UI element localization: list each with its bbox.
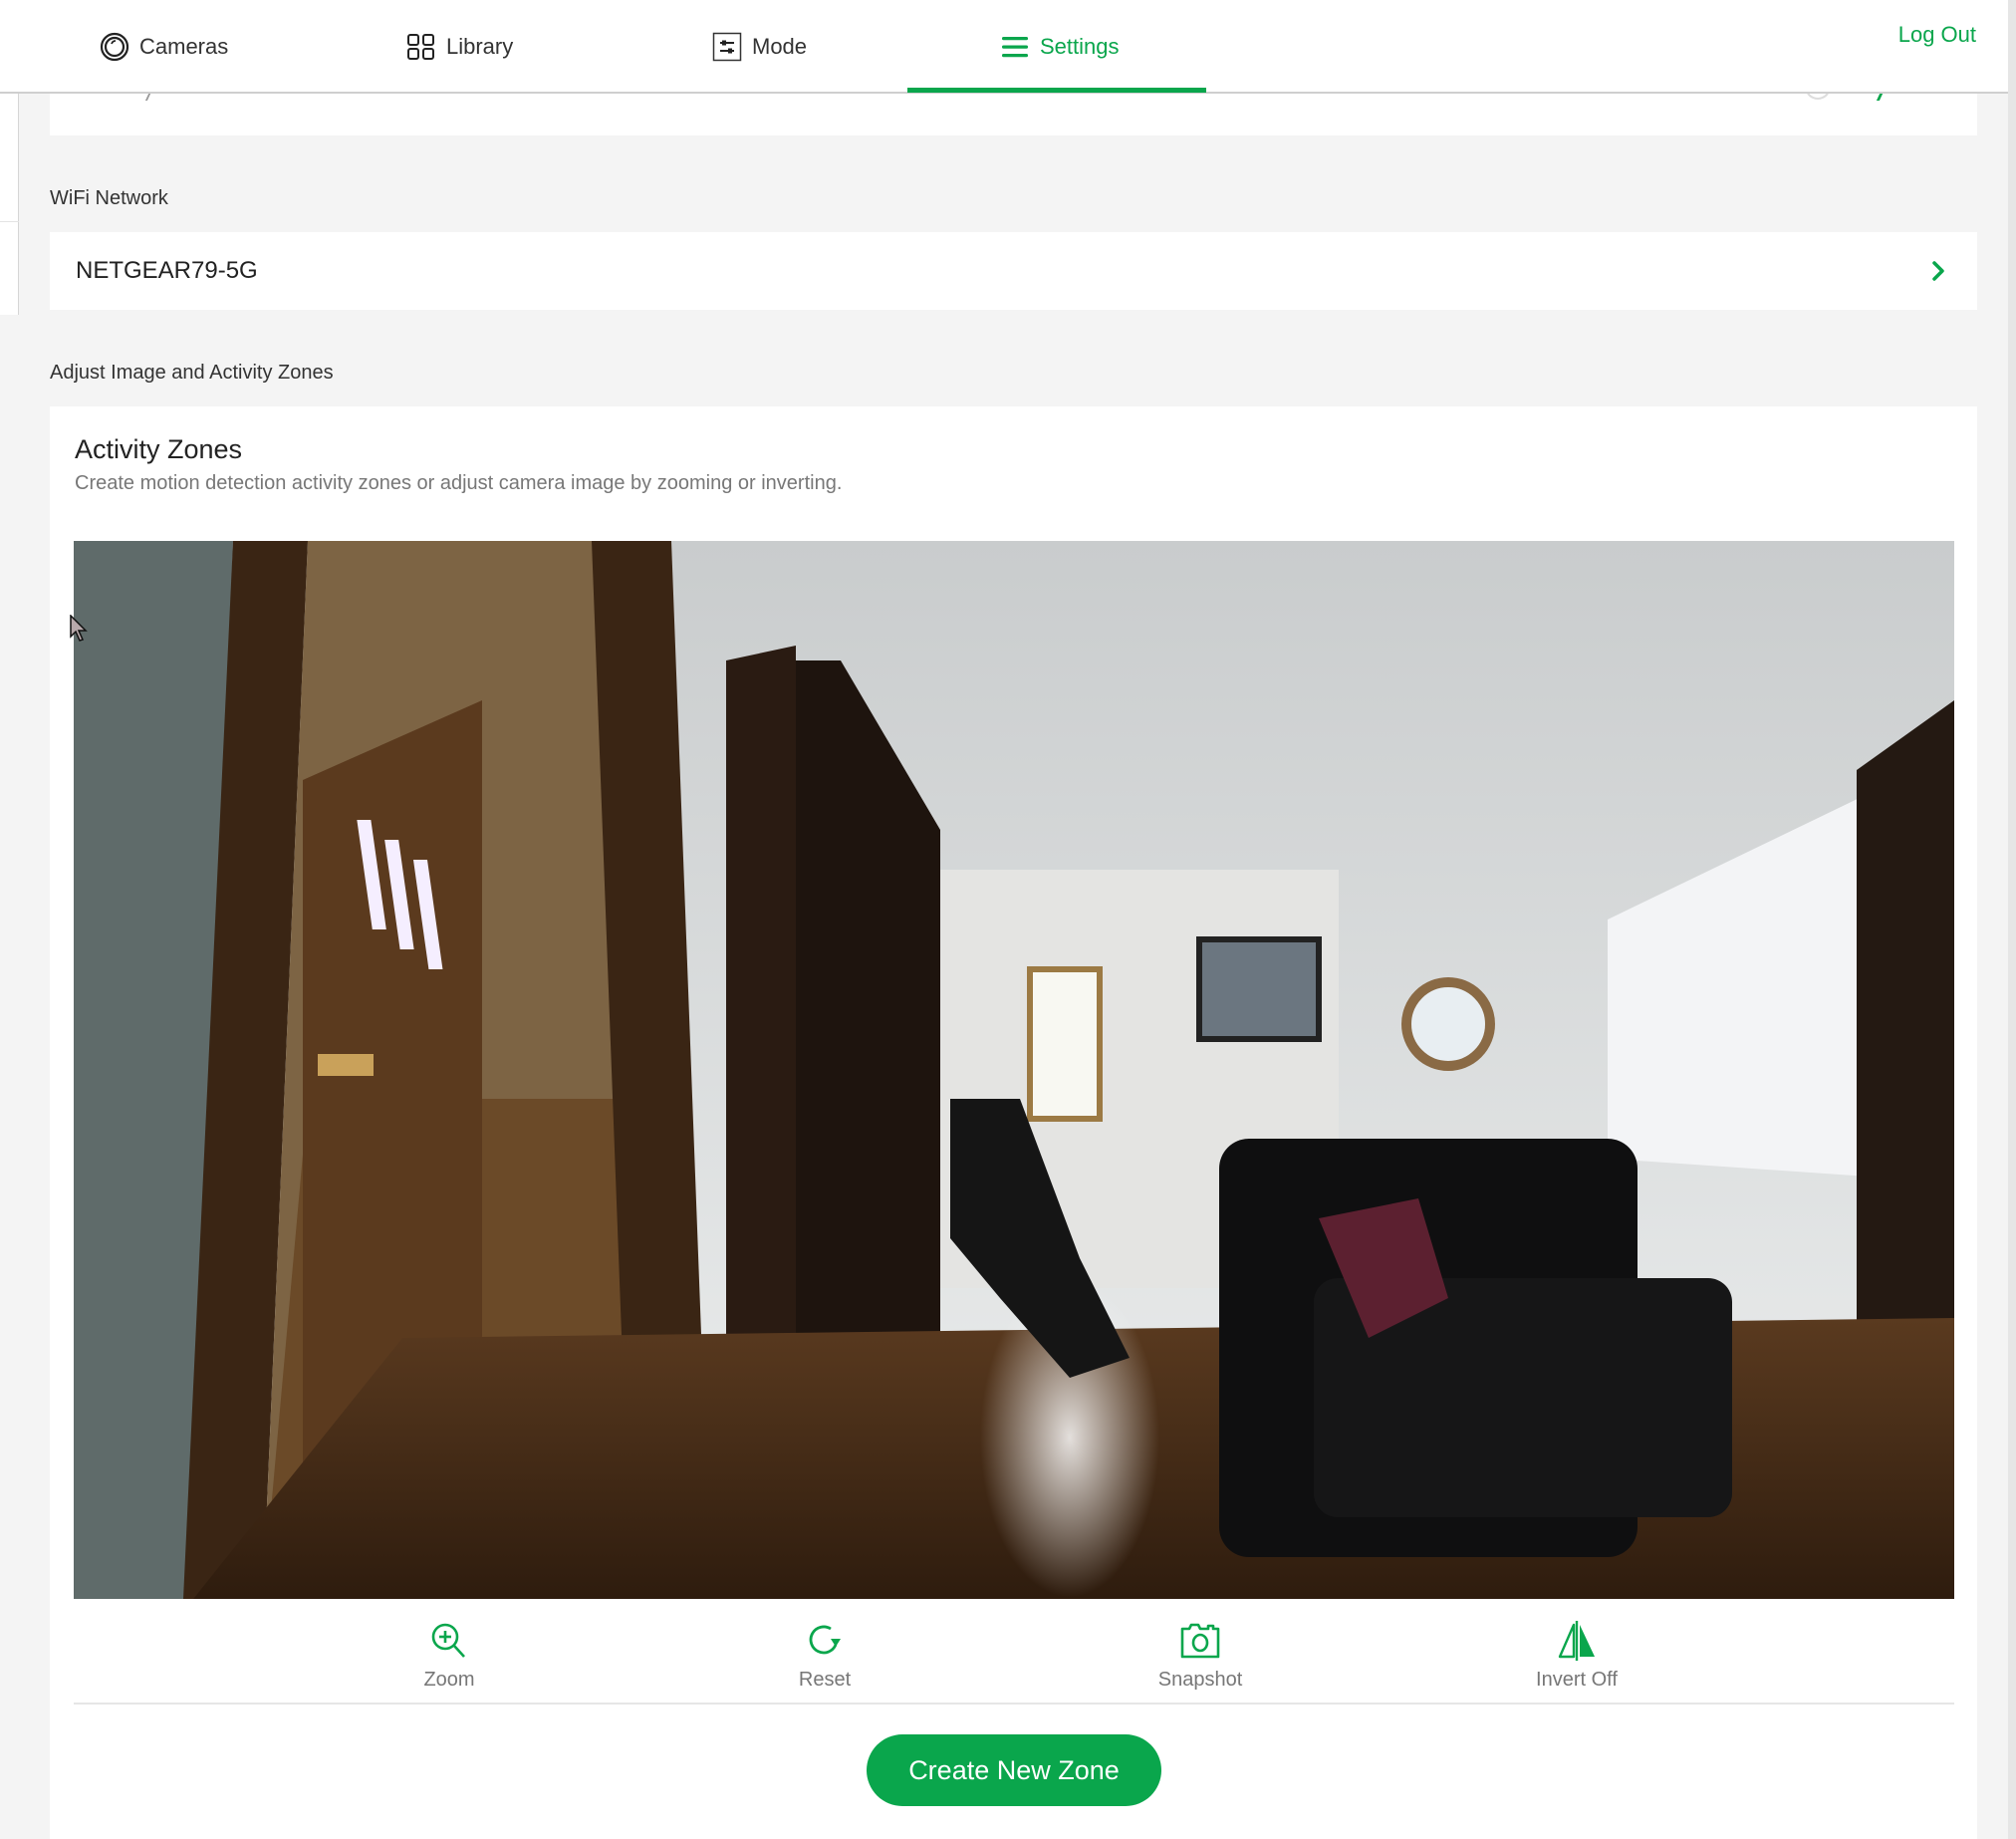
invert-button[interactable]: Invert Off (1497, 1619, 1656, 1692)
camera-image (74, 541, 1954, 1599)
sidebar-background (0, 315, 19, 1839)
nav-tab-library[interactable]: Library (406, 0, 513, 94)
sliders-icon (712, 32, 742, 62)
reset-icon (809, 1625, 841, 1655)
activity-zones-title: Activity Zones (75, 434, 243, 464)
nav-tab-mode[interactable]: Mode (712, 0, 807, 94)
camera-lens-icon (100, 32, 129, 62)
chevron-right-icon (1923, 256, 1953, 286)
mouse-cursor (70, 614, 88, 648)
logout-link[interactable]: Log Out (1898, 0, 1976, 70)
zoom-button[interactable]: Zoom (370, 1619, 529, 1692)
camera-toolbar: Zoom Reset Snapshot Invert Off (74, 1599, 1954, 1705)
wifi-network-name: NETGEAR79-5G (76, 257, 258, 284)
invert-label: Invert Off (1536, 1669, 1618, 1691)
grid-icon (406, 32, 436, 62)
top-navigation: Cameras Library Mode Settings Log Out (0, 0, 2008, 94)
sidebar-divider (0, 221, 19, 222)
menu-icon (1000, 32, 1030, 62)
reset-button[interactable]: Reset (745, 1619, 904, 1692)
nav-tab-label: Cameras (139, 34, 229, 59)
camera-feed[interactable] (74, 541, 1954, 1599)
activity-zones-description: Create motion detection activity zones o… (75, 472, 843, 494)
previous-setting-row[interactable] (50, 86, 1977, 135)
nav-tab-label: Settings (1040, 34, 1120, 59)
zoom-label: Zoom (423, 1669, 475, 1691)
create-new-zone-button[interactable]: Create New Zone (867, 1734, 1161, 1806)
nav-tab-cameras[interactable]: Cameras (100, 0, 228, 94)
wifi-section-label: WiFi Network (50, 187, 168, 209)
active-tab-indicator (907, 88, 1206, 93)
reset-label: Reset (798, 1669, 852, 1691)
zones-section-label: Adjust Image and Activity Zones (50, 362, 334, 384)
wifi-network-row[interactable]: NETGEAR79-5G (50, 232, 1977, 310)
left-sidebar-edge (0, 94, 19, 1839)
snapshot-label: Snapshot (1157, 1669, 1243, 1691)
nav-tab-settings[interactable]: Settings (1000, 0, 1120, 94)
invert-icon (1558, 1621, 1595, 1661)
page-scrollbar[interactable] (2008, 0, 2016, 1839)
zoom-in-icon (431, 1623, 465, 1658)
nav-tab-label: Library (446, 34, 514, 59)
camera-icon (1180, 1623, 1220, 1659)
snapshot-button[interactable]: Snapshot (1121, 1619, 1280, 1692)
nav-tab-label: Mode (752, 34, 808, 59)
activity-zones-card: Activity Zones Create motion detection a… (50, 406, 1977, 1839)
